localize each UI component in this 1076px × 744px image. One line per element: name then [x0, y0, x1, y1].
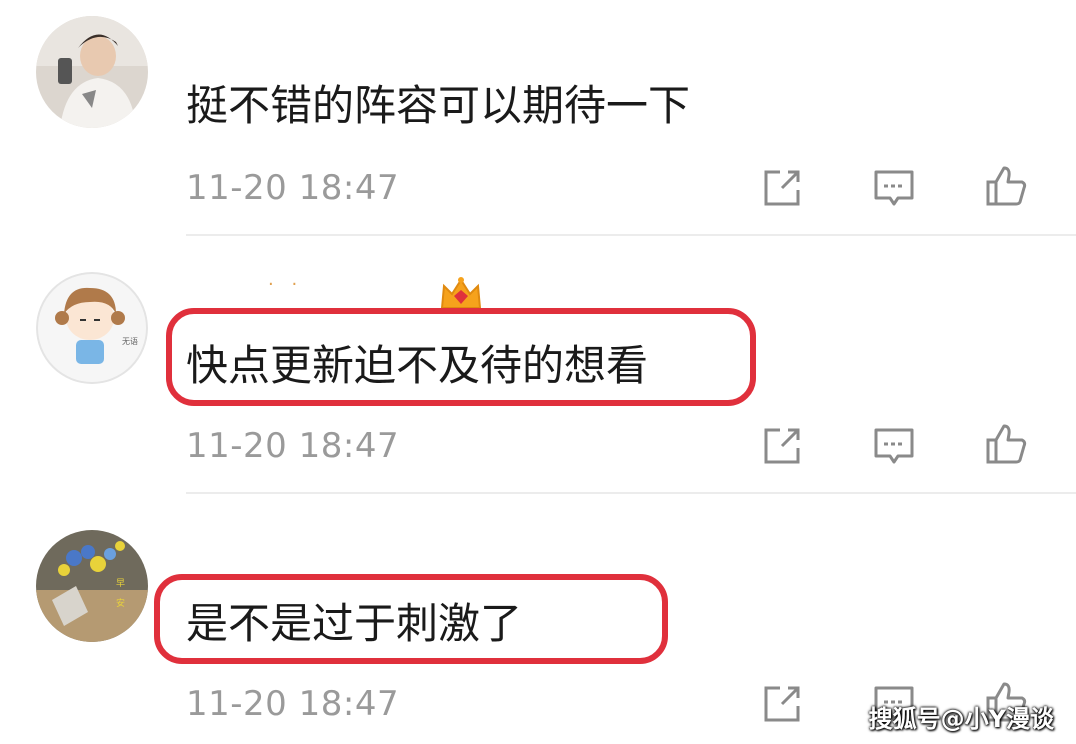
comment-icon: [874, 428, 914, 464]
comment-item: 挺不错的阵容可以期待一下 11-20 18:47: [0, 0, 1076, 236]
comment-text: 快点更新迫不及待的想看: [186, 341, 649, 390]
thumbs-up-icon: [986, 424, 1027, 464]
svg-text:早: 早: [116, 578, 125, 589]
comment-timestamp: 11-20 18:47: [186, 684, 400, 724]
like-button[interactable]: [982, 162, 1030, 210]
comment-timestamp: 11-20 18:47: [186, 168, 400, 208]
share-icon: [764, 170, 800, 206]
avatar[interactable]: 无语: [36, 272, 148, 384]
watermark: 搜狐号@小Y漫谈: [868, 705, 1054, 733]
comment-timestamp: 11-20 18:47: [186, 426, 400, 466]
reply-button[interactable]: [870, 164, 918, 212]
comment-item: 无语 · · 快点更新迫不及待的想看 11-20 18:47: [0, 236, 1076, 494]
share-icon: [764, 428, 800, 464]
avatar[interactable]: 早 安: [36, 530, 148, 642]
share-button[interactable]: [758, 680, 806, 728]
svg-text:安: 安: [116, 597, 125, 609]
like-button[interactable]: [982, 420, 1030, 468]
username-placeholder: · ·: [268, 274, 304, 295]
svg-text:无语: 无语: [122, 336, 138, 346]
share-button[interactable]: [758, 422, 806, 470]
avatar[interactable]: [36, 16, 148, 128]
share-button[interactable]: [758, 164, 806, 212]
comment-text: 是不是过于刺激了: [186, 599, 523, 648]
comment-text: 挺不错的阵容可以期待一下: [186, 81, 691, 130]
comment-icon: [874, 170, 914, 206]
share-icon: [764, 686, 800, 722]
thumbs-up-icon: [986, 166, 1027, 206]
reply-button[interactable]: [870, 422, 918, 470]
